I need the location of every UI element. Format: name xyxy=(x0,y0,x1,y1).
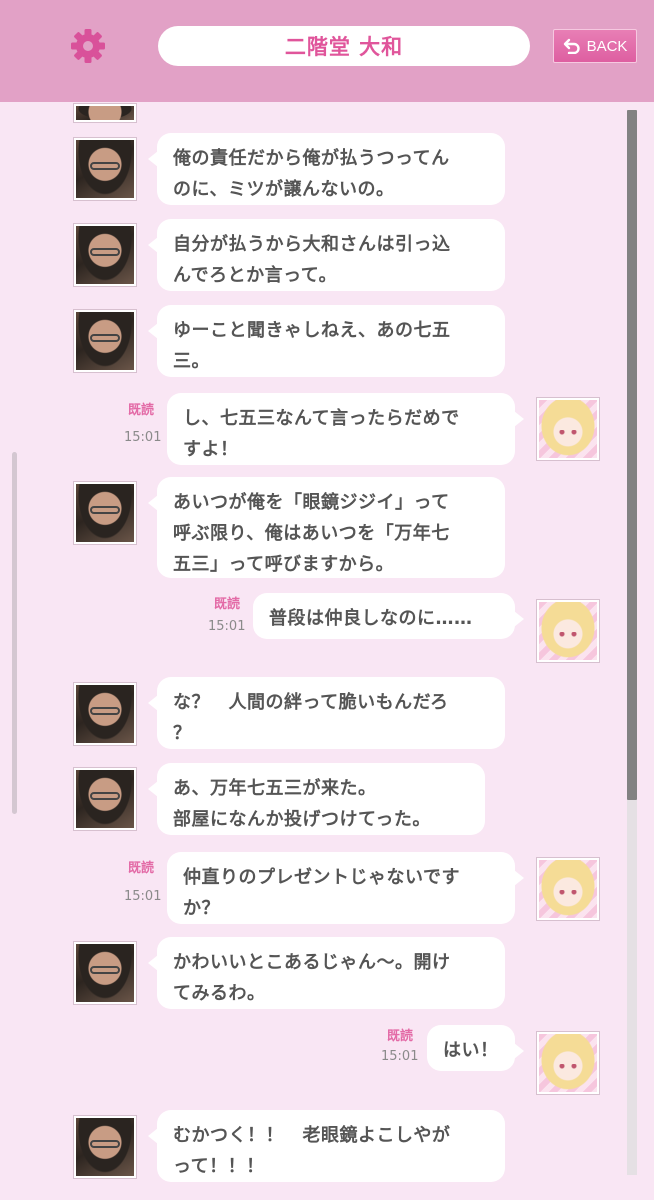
message-bubble-incoming: むかつく！！ 老眼鏡よこしやが って！！！ xyxy=(148,1110,505,1182)
back-button[interactable]: BACK xyxy=(553,29,637,63)
message-bubble-outgoing: はい！ xyxy=(427,1025,524,1071)
avatar-yamato[interactable] xyxy=(74,942,136,1004)
avatar-yamato[interactable] xyxy=(74,1116,136,1178)
avatar-yamato[interactable] xyxy=(74,310,136,372)
message-bubble-incoming: 自分が払うから大和さんは引っ込 んでろとか言って。 xyxy=(148,219,505,291)
avatar-yamato[interactable] xyxy=(74,138,136,200)
message-time: 15:01 xyxy=(124,430,162,445)
avatar-user[interactable] xyxy=(537,1032,599,1094)
message-bubble-outgoing: 仲直りのプレゼントじゃないです か？ xyxy=(167,852,524,924)
read-receipt: 既読 xyxy=(128,403,155,418)
avatar-user[interactable] xyxy=(537,858,599,920)
message-bubble-incoming: な？ 人間の絆って脆いもんだろ ？ xyxy=(148,677,505,749)
message-time: 15:01 xyxy=(208,619,246,634)
message-bubble-incoming: あいつが俺を「眼鏡ジジイ」って 呼ぶ限り、俺はあいつを「万年七 五三」って呼びま… xyxy=(148,477,505,578)
gear-icon[interactable] xyxy=(68,26,108,66)
avatar-partial xyxy=(74,104,136,122)
message-time: 15:01 xyxy=(124,889,162,904)
message-bubble-incoming: かわいいとこあるじゃん〜。開け てみるわ。 xyxy=(148,937,505,1009)
message-time: 15:01 xyxy=(381,1049,419,1064)
message-bubble-incoming: 俺の責任だから俺が払うつってん のに、ミツが譲んないの。 xyxy=(148,133,505,205)
contact-name: 二階堂 大和 xyxy=(284,35,404,59)
message-bubble-outgoing: 普段は仲良しなのに…… xyxy=(253,593,524,639)
back-label: BACK xyxy=(586,37,628,55)
return-arrow-icon xyxy=(563,38,580,54)
read-receipt: 既読 xyxy=(387,1029,414,1044)
chat-header: 二階堂 大和 BACK xyxy=(0,0,654,102)
avatar-yamato[interactable] xyxy=(74,482,136,544)
avatar-yamato[interactable] xyxy=(74,224,136,286)
avatar-yamato[interactable] xyxy=(74,683,136,745)
message-bubble-outgoing: し、七五三なんて言ったらだめで すよ！ xyxy=(167,393,524,465)
message-bubble-incoming: ゆーこと聞きゃしねえ、あの七五 三。 xyxy=(148,305,505,377)
avatar-user[interactable] xyxy=(537,600,599,662)
message-bubble-incoming: あ、万年七五三が来た。 部屋になんか投げつけてった。 xyxy=(148,763,485,835)
left-scroll-indicator xyxy=(12,452,17,814)
read-receipt: 既読 xyxy=(128,861,155,876)
scrollbar-thumb[interactable] xyxy=(627,110,637,800)
avatar-yamato[interactable] xyxy=(74,768,136,830)
avatar-user[interactable] xyxy=(537,398,599,460)
chat-title: 二階堂 大和 xyxy=(158,26,530,66)
read-receipt: 既読 xyxy=(214,597,241,612)
